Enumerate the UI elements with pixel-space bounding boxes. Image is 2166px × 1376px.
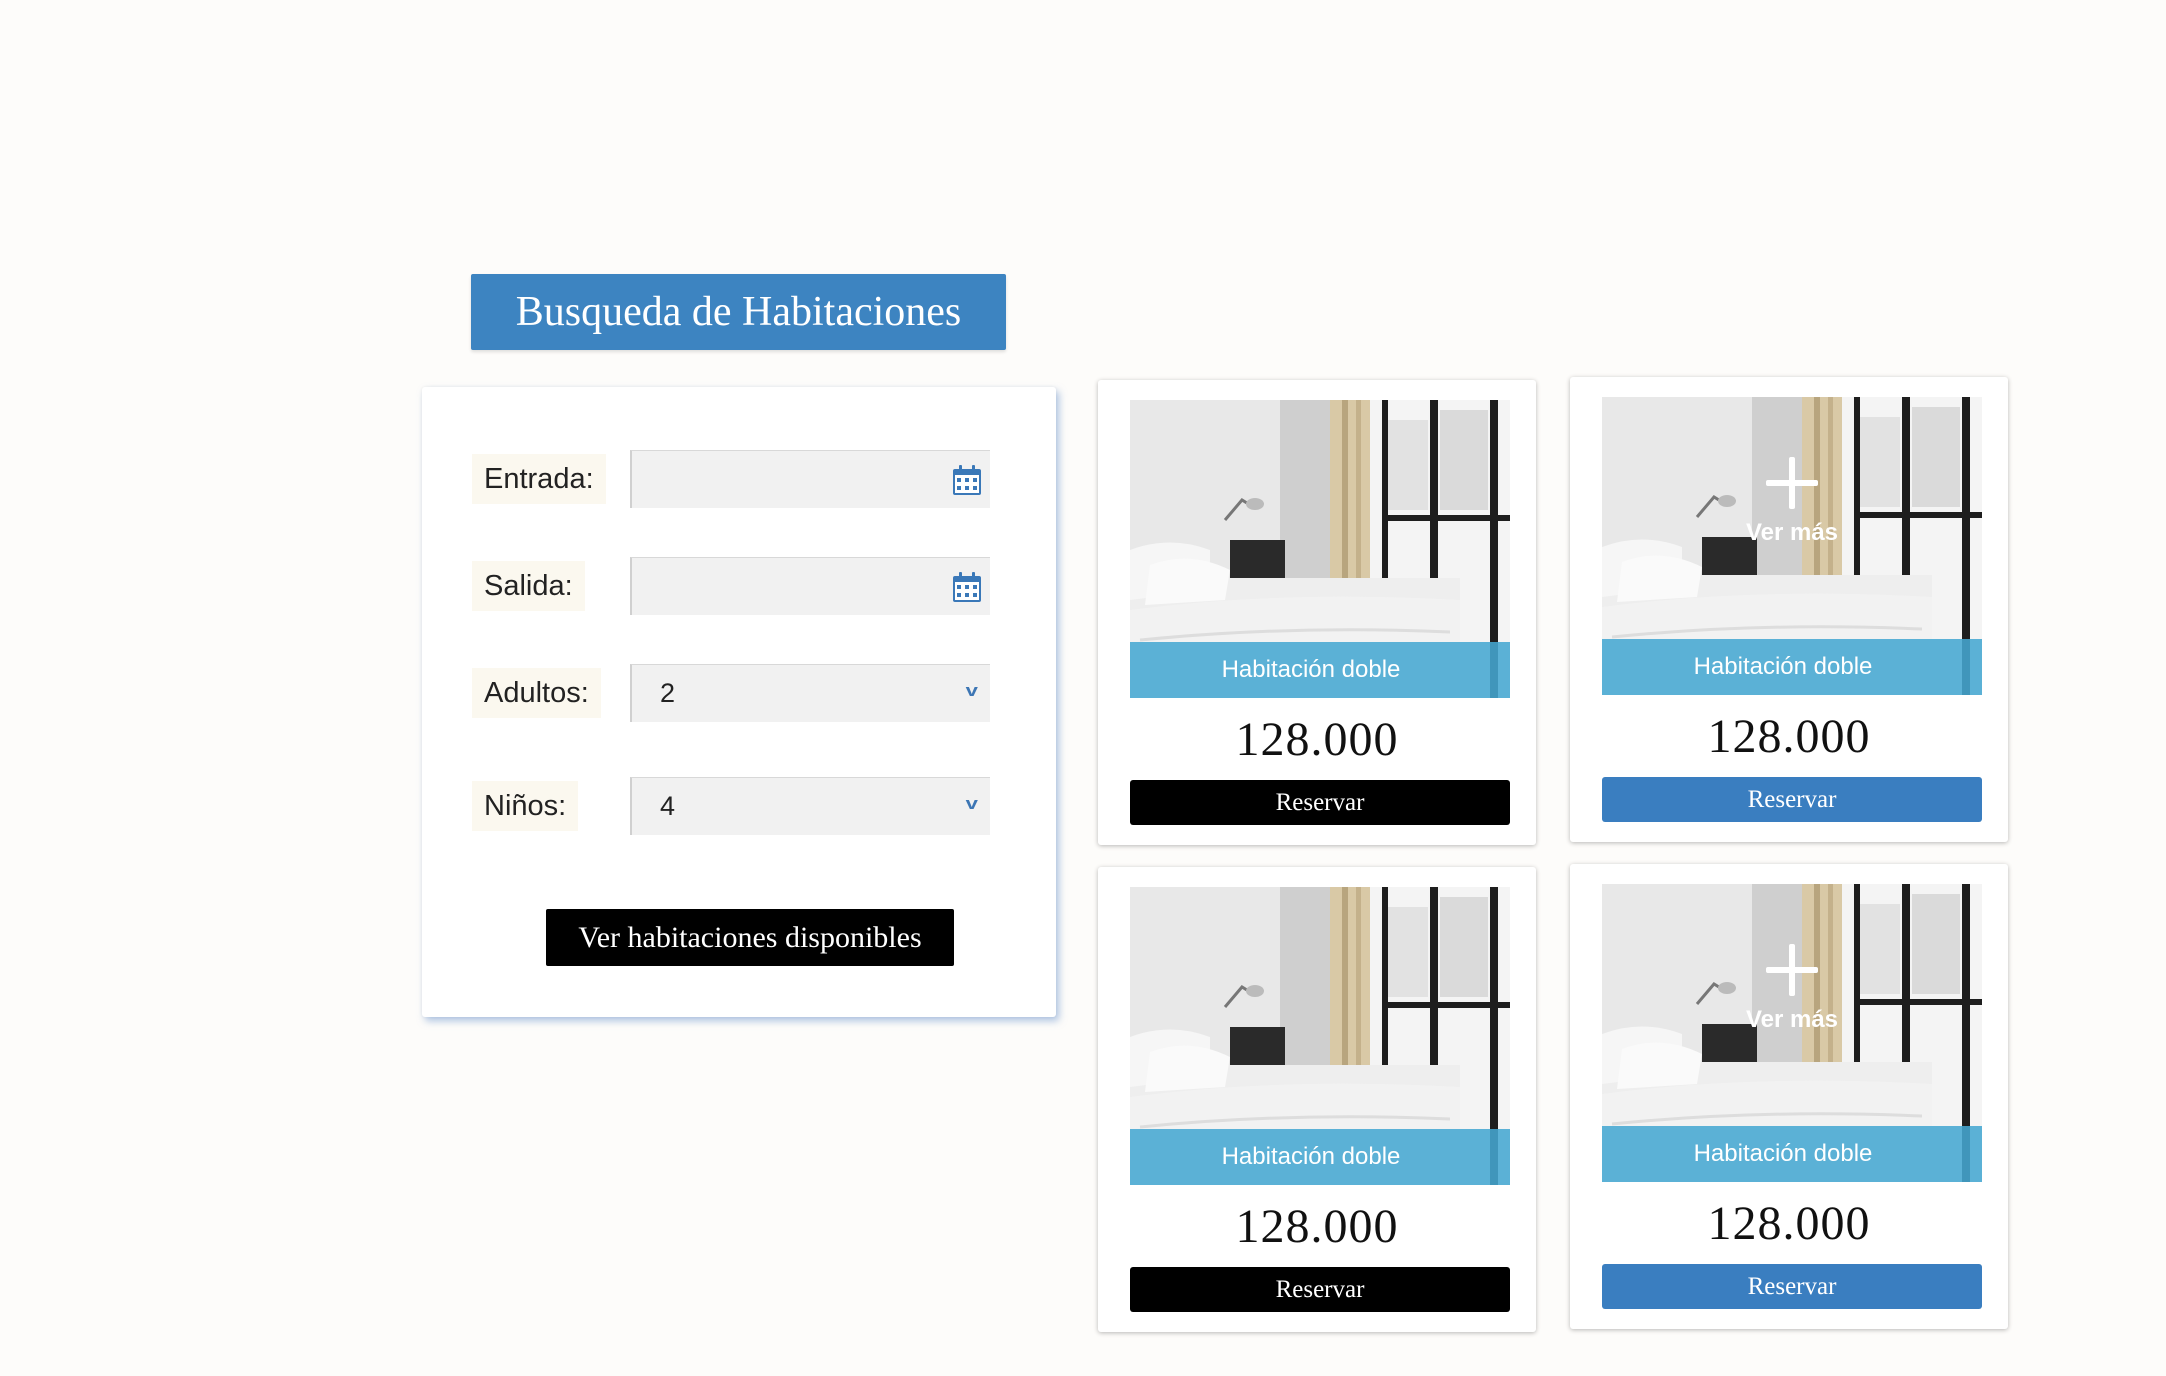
room-card: Habitación doble 128.000 Reservar [1098,867,1536,1332]
adults-select[interactable]: 2v [630,664,990,722]
reserve-button[interactable]: Reservar [1602,1264,1982,1309]
reserve-button[interactable]: Reservar [1130,780,1510,825]
room-price: 128.000 [1235,713,1399,766]
adults-value: 2 [660,678,676,708]
view-more-label: Ver más [1745,1006,1839,1033]
reserve-button[interactable]: Reservar [1130,1267,1510,1312]
room-price: 128.000 [1707,710,1871,763]
children-select[interactable]: 4v [630,777,990,835]
view-available-rooms-button[interactable]: Ver habitaciones disponibles [546,909,954,966]
children-value: 4 [660,791,676,821]
room-photo[interactable]: Habitación doble [1130,400,1510,698]
plus-icon [1766,457,1818,509]
adults-label: Adultos: [472,668,601,718]
calendar-icon[interactable] [952,464,982,496]
chevron-down-icon[interactable]: v [965,681,977,701]
search-form: Entrada: Salida: Adultos: 2 v Niños: 4 v Ver hab… [422,387,1056,1017]
check-in-label: Entrada: [472,454,606,504]
room-name: Habitación doble [1693,653,1873,680]
children-label: Niños: [472,781,579,831]
room-name-caption: Habitación doble [1130,642,1510,698]
room-photo[interactable]: Ver más Habitación doble [1602,884,1982,1182]
check-out-date-field[interactable] [630,557,990,615]
room-card: Ver más Habitación doble 128.000 Reservar [1570,377,2008,842]
room-photo[interactable]: Habitación doble [1130,887,1510,1185]
room-name-caption: Habitación doble [1130,1129,1510,1185]
page-title: Busqueda de Habitaciones [471,274,1006,350]
chevron-down-icon[interactable]: v [965,794,977,814]
room-name-caption: Habitación doble [1602,1126,1982,1182]
plus-icon [1766,944,1818,996]
room-photo[interactable]: Ver más Habitación doble [1602,397,1982,695]
room-name-caption: Habitación doble [1602,639,1982,695]
reserve-button[interactable]: Reservar [1602,777,1982,822]
room-card: Ver más Habitación doble 128.000 Reservar [1570,864,2008,1329]
check-out-label: Salida: [472,561,585,611]
room-card: Habitación doble 128.000 Reservar [1098,380,1536,845]
room-name: Habitación doble [1221,1143,1401,1170]
check-in-date-field[interactable] [630,450,990,508]
room-name: Habitación doble [1693,1140,1873,1167]
view-more-overlay[interactable]: Ver más [1602,457,1982,547]
calendar-icon[interactable] [952,571,982,603]
room-price: 128.000 [1707,1197,1871,1250]
room-name: Habitación doble [1221,656,1401,683]
view-more-label: Ver más [1745,519,1839,546]
room-price: 128.000 [1235,1200,1399,1253]
view-more-overlay[interactable]: Ver más [1602,944,1982,1034]
